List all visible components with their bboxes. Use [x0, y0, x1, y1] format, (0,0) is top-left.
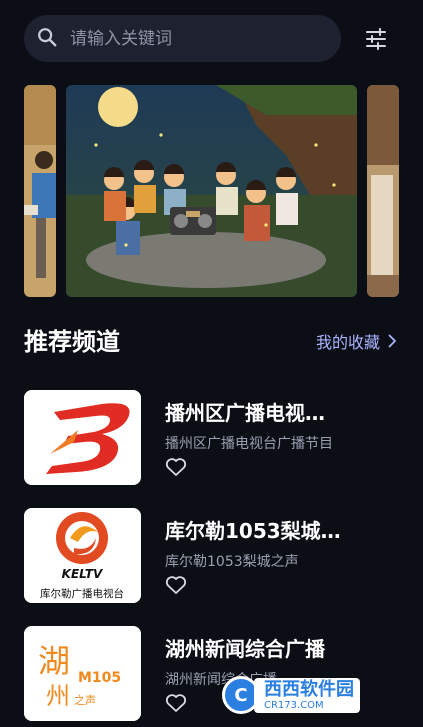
chevron-right-icon	[388, 334, 396, 348]
my-favorites-label[interactable]: 我的收藏	[316, 329, 380, 353]
watermark-text: 西西软件园	[264, 678, 354, 700]
sliders-icon[interactable]	[364, 27, 388, 51]
heart-outline-icon[interactable]	[165, 575, 187, 595]
heart-outline-icon[interactable]	[165, 693, 187, 713]
section-title: 推荐频道	[24, 328, 120, 356]
channel-logo-char2: 州	[46, 682, 70, 710]
channel-logo-brand: KELTV	[62, 567, 104, 581]
channel-title[interactable]: 播州区广播电视…	[165, 397, 355, 426]
channel-logo	[24, 390, 141, 485]
my-favorites-link[interactable]: 我的收藏	[316, 329, 397, 353]
banner-slide-current[interactable]	[66, 85, 357, 297]
watermark-logo: C 西西软件园 CR173.COM	[222, 675, 402, 715]
channel-title[interactable]: 湖州新闻综合广播	[165, 633, 355, 662]
banner-slide-prev[interactable]	[24, 85, 56, 297]
channel-logo: 湖 州 M105 之声	[24, 626, 141, 721]
channel-logo: KELTV 库尔勒广播电视台	[24, 508, 141, 603]
channel-logo-caption: 库尔勒广播电视台	[40, 587, 124, 600]
search-bar[interactable]	[24, 15, 341, 62]
banner-slide-next[interactable]	[367, 85, 399, 297]
channel-logo-brand: M105	[78, 670, 121, 686]
search-input[interactable]	[70, 28, 341, 49]
search-icon	[36, 26, 58, 52]
channel-title[interactable]: 库尔勒1053梨城…	[165, 515, 355, 544]
channel-logo-slogan: 之声	[74, 693, 96, 707]
channel-logo-char1: 湖	[38, 642, 70, 680]
channel-item[interactable]: 播州区广播电视… 播州区广播电视台广播节目	[24, 390, 399, 485]
watermark-box: 西西软件园 CR173.COM	[254, 677, 360, 713]
banner-carousel[interactable]	[0, 85, 423, 297]
watermark-sub: CR173.COM	[264, 699, 324, 711]
heart-outline-icon[interactable]	[165, 457, 187, 477]
channel-item[interactable]: KELTV 库尔勒广播电视台 库尔勒1053梨城… 库尔勒1053梨城之声	[24, 508, 399, 603]
channel-subtitle: 库尔勒1053梨城之声	[165, 554, 299, 570]
channel-subtitle: 播州区广播电视台广播节目	[165, 436, 333, 452]
